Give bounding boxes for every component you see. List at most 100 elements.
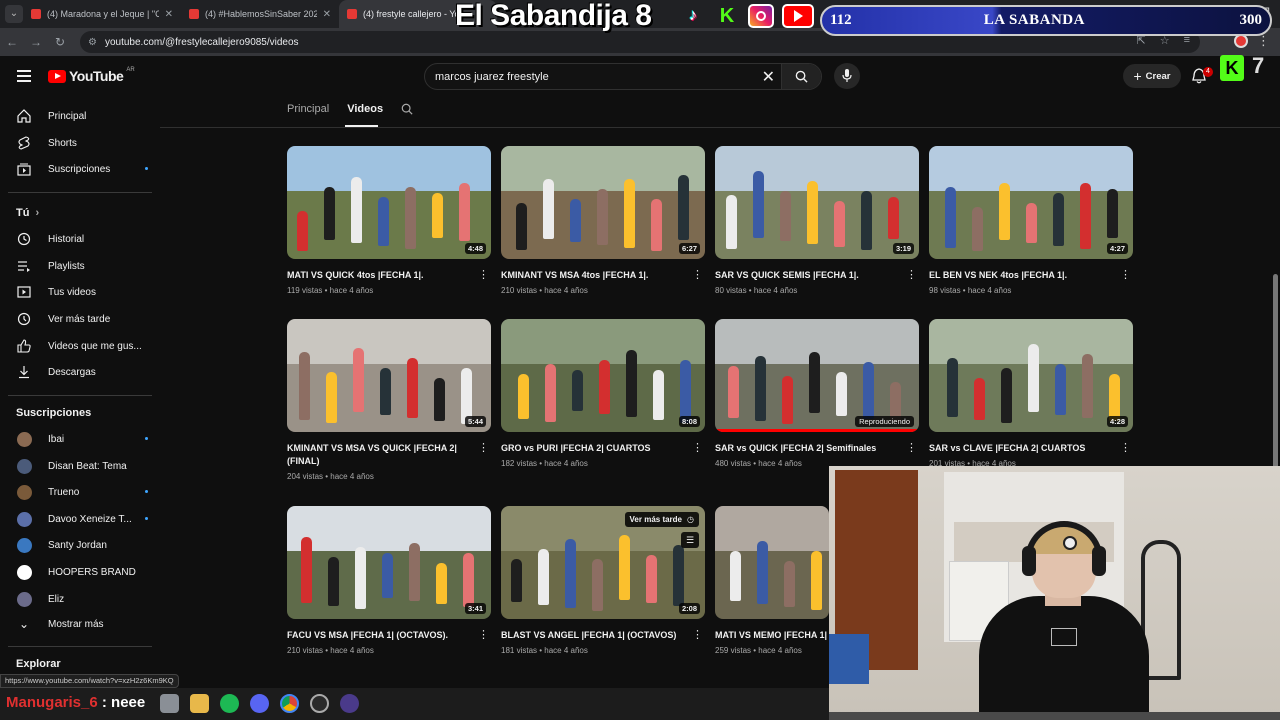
sidebar-item-historial[interactable]: Historial: [16, 229, 146, 249]
video-title[interactable]: KMINANT VS MSA VS QUICK |FECHA 2| (FINAL…: [287, 442, 473, 468]
video-title[interactable]: FACU VS MSA |FECHA 1| (OCTAVOS).: [287, 629, 473, 642]
subscription-item[interactable]: Eliz: [16, 589, 146, 609]
video-card[interactable]: 3:19 SAR VS QUICK SEMIS |FECHA 1|. 80 vist…: [715, 146, 919, 295]
browser-tab[interactable]: (4) #HablemosSinSaber 2024 | E ✕: [181, 0, 339, 28]
video-more-icon[interactable]: ⋮: [478, 628, 489, 641]
tab-principal[interactable]: Principal: [287, 103, 329, 115]
add-to-queue-icon[interactable]: ☰: [681, 532, 699, 548]
video-thumbnail[interactable]: 2:08 Ver más tarde ◷ ☰: [501, 506, 705, 619]
subscription-item[interactable]: HOOPERS BRAND: [16, 562, 146, 582]
youtube-logo[interactable]: YouTube AR: [48, 67, 135, 84]
video-more-icon[interactable]: ⋮: [692, 628, 703, 641]
spotify-icon[interactable]: [220, 694, 239, 713]
file-explorer-icon[interactable]: [190, 694, 209, 713]
subscription-label: Trueno: [48, 486, 80, 498]
video-thumbnail[interactable]: 3:41: [287, 506, 491, 619]
video-card[interactable]: 4:28 SAR vs CLAVE |FECHA 2| CUARTOS 201 vi…: [929, 319, 1133, 468]
youtube-icon: [782, 4, 814, 28]
video-title[interactable]: MATI VS MEMO |FECHA 1| (: [715, 629, 829, 642]
video-thumbnail[interactable]: Reproduciendo: [715, 319, 919, 432]
profile-avatar[interactable]: [1234, 34, 1248, 48]
video-card[interactable]: 4:48 MATI VS QUICK 4tos |FECHA 1|. 119 vis…: [287, 146, 491, 295]
subscription-item[interactable]: Trueno: [16, 482, 148, 502]
video-more-icon[interactable]: ⋮: [692, 268, 703, 281]
subscription-item[interactable]: Ibai: [16, 429, 148, 449]
chevron-right-icon: ›: [35, 207, 40, 219]
sidebar-item-suscripciones[interactable]: Suscripciones: [16, 159, 148, 179]
video-card[interactable]: 3:41 FACU VS MSA |FECHA 1| (OCTAVOS). 210 …: [287, 506, 491, 655]
video-title[interactable]: BLAST VS ANGEL |FECHA 1| (OCTAVOS): [501, 629, 687, 642]
video-card[interactable]: 6:27 KMINANT VS MSA 4tos |FECHA 1|. 210 vi…: [501, 146, 705, 295]
close-tab-icon[interactable]: ✕: [323, 9, 331, 20]
sidebar-show-more[interactable]: ⌄ Mostrar más: [16, 614, 146, 634]
sidebar-item-ver-mas-tarde[interactable]: Ver más tarde: [16, 309, 146, 329]
video-title[interactable]: MATI VS QUICK 4tos |FECHA 1|.: [287, 269, 473, 282]
sidebar-item-principal[interactable]: Principal: [16, 106, 146, 126]
watch-later-button[interactable]: Ver más tarde ◷: [624, 512, 699, 527]
video-duration: 4:28: [1106, 416, 1128, 427]
video-card[interactable]: 8:08 GRO vs PURI |FECHA 2| CUARTOS 182 vis…: [501, 319, 705, 468]
tab-videos[interactable]: Videos: [347, 103, 383, 115]
subscription-item[interactable]: Davoo Xeneize T...: [16, 509, 148, 529]
video-thumbnail[interactable]: 8:08: [501, 319, 705, 432]
reload-icon[interactable]: ↻: [48, 35, 72, 49]
video-meta: 119 vistas • hace 4 años: [287, 286, 374, 295]
clear-search-icon[interactable]: ✕: [762, 67, 775, 87]
subscription-item[interactable]: Santy Jordan: [16, 535, 146, 555]
video-more-icon[interactable]: ⋮: [906, 268, 917, 281]
new-content-dot: [145, 167, 148, 170]
video-card[interactable]: 4:27 EL BEN VS NEK 4tos |FECHA 1|. 98 vist…: [929, 146, 1133, 295]
video-card[interactable]: Reproduciendo SAR vs QUICK |FECHA 2| Semi…: [715, 319, 919, 468]
video-title[interactable]: SAR vs QUICK |FECHA 2| Semifinales: [715, 442, 901, 455]
search-input[interactable]: marcos juarez freestyle ✕: [424, 63, 822, 90]
video-card[interactable]: 2:08 Ver más tarde ◷ ☰ BLAST VS ANGEL |FECHA…: [501, 506, 705, 655]
video-title[interactable]: EL BEN VS NEK 4tos |FECHA 1|.: [929, 269, 1115, 282]
taskbar-app-icon[interactable]: [160, 694, 179, 713]
video-thumbnail[interactable]: 4:48: [287, 146, 491, 259]
video-more-icon[interactable]: ⋮: [1120, 441, 1131, 454]
chat-message: : neee: [97, 694, 146, 711]
app-icon[interactable]: [340, 694, 359, 713]
sidebar-item-descargas[interactable]: Descargas: [16, 362, 146, 382]
video-more-icon[interactable]: ⋮: [1120, 268, 1131, 281]
video-title[interactable]: SAR vs CLAVE |FECHA 2| CUARTOS: [929, 442, 1115, 455]
voice-search-button[interactable]: [834, 63, 860, 89]
search-button[interactable]: [781, 64, 821, 89]
taskbar-apps: [160, 694, 359, 713]
sidebar-you-section[interactable]: Tú ›: [16, 203, 146, 223]
video-more-icon[interactable]: ⋮: [906, 441, 917, 454]
sidebar-item-shorts[interactable]: Shorts: [16, 133, 146, 153]
video-title[interactable]: SAR VS QUICK SEMIS |FECHA 1|.: [715, 269, 901, 282]
subscription-label: Davoo Xeneize T...: [48, 513, 132, 525]
video-thumbnail[interactable]: 6:27: [501, 146, 705, 259]
close-tab-icon[interactable]: ✕: [165, 9, 173, 20]
video-thumbnail[interactable]: [715, 506, 829, 619]
video-more-icon[interactable]: ⋮: [692, 441, 703, 454]
video-thumbnail[interactable]: 3:19: [715, 146, 919, 259]
menu-icon[interactable]: [17, 70, 31, 82]
video-thumbnail[interactable]: 4:27: [929, 146, 1133, 259]
chrome-icon[interactable]: [280, 694, 299, 713]
video-more-icon[interactable]: ⋮: [478, 268, 489, 281]
discord-icon[interactable]: [250, 694, 269, 713]
video-thumbnail[interactable]: 4:28: [929, 319, 1133, 432]
obs-icon[interactable]: [310, 694, 329, 713]
video-title[interactable]: GRO vs PURI |FECHA 2| CUARTOS: [501, 442, 687, 455]
video-more-icon[interactable]: ⋮: [478, 441, 489, 454]
video-card[interactable]: 5:44 KMINANT VS MSA VS QUICK |FECHA 2| (F…: [287, 319, 491, 481]
tab-search-button[interactable]: ⌄: [5, 5, 23, 23]
browser-tab[interactable]: (4) Maradona y el Jeque | "Cop ✕: [23, 0, 181, 28]
subscription-item[interactable]: Disan Beat: Tema: [16, 456, 146, 476]
sidebar-item-playlists[interactable]: Playlists: [16, 256, 146, 276]
create-button[interactable]: + Crear: [1123, 64, 1181, 88]
channel-search-icon[interactable]: [401, 103, 413, 115]
site-info-icon[interactable]: ⚙: [88, 37, 97, 48]
sidebar-item-videos-que-me-gustan[interactable]: Videos que me gus...: [16, 336, 146, 356]
video-thumbnail[interactable]: 5:44: [287, 319, 491, 432]
scrollbar-thumb[interactable]: [1273, 274, 1278, 494]
video-card[interactable]: MATI VS MEMO |FECHA 1| (259 vistas • hac…: [715, 506, 829, 655]
sidebar-item-tus-videos[interactable]: Tus videos: [16, 282, 146, 302]
forward-icon[interactable]: →: [24, 35, 48, 49]
video-title[interactable]: KMINANT VS MSA 4tos |FECHA 1|.: [501, 269, 687, 282]
back-icon[interactable]: ←: [0, 35, 24, 49]
